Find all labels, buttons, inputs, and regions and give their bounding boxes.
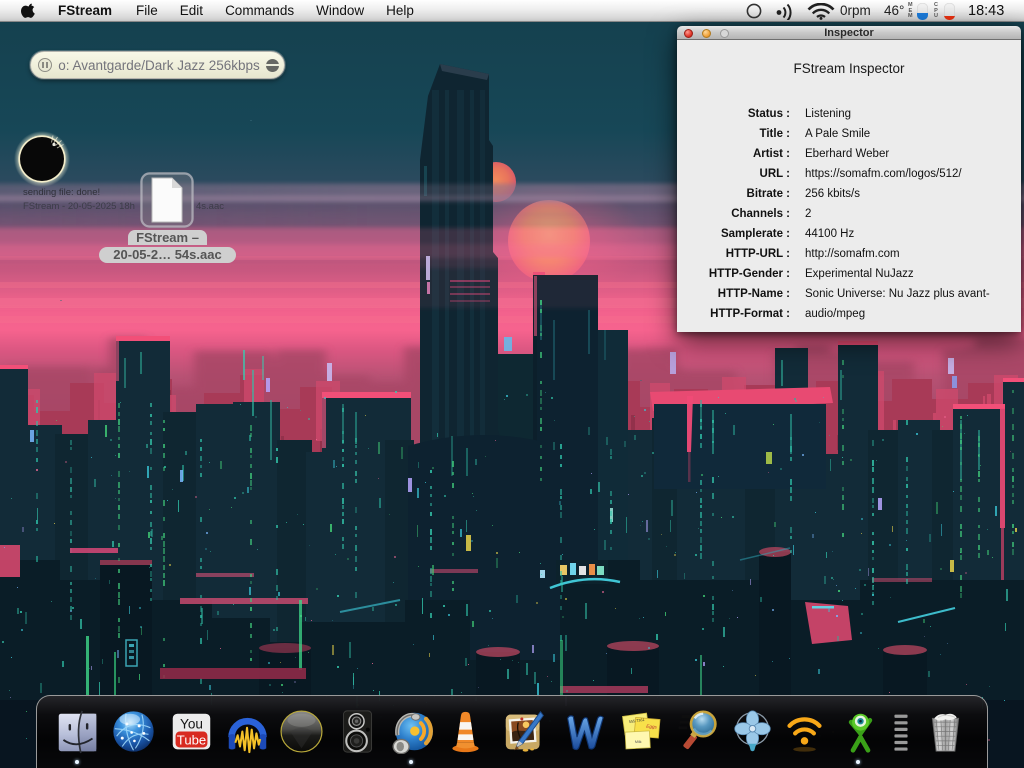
svg-text:Tube: Tube <box>177 733 206 748</box>
svg-text:Milk: Milk <box>635 740 642 744</box>
svg-text:Eggs: Eggs <box>646 724 658 730</box>
svg-text:You: You <box>180 717 203 732</box>
